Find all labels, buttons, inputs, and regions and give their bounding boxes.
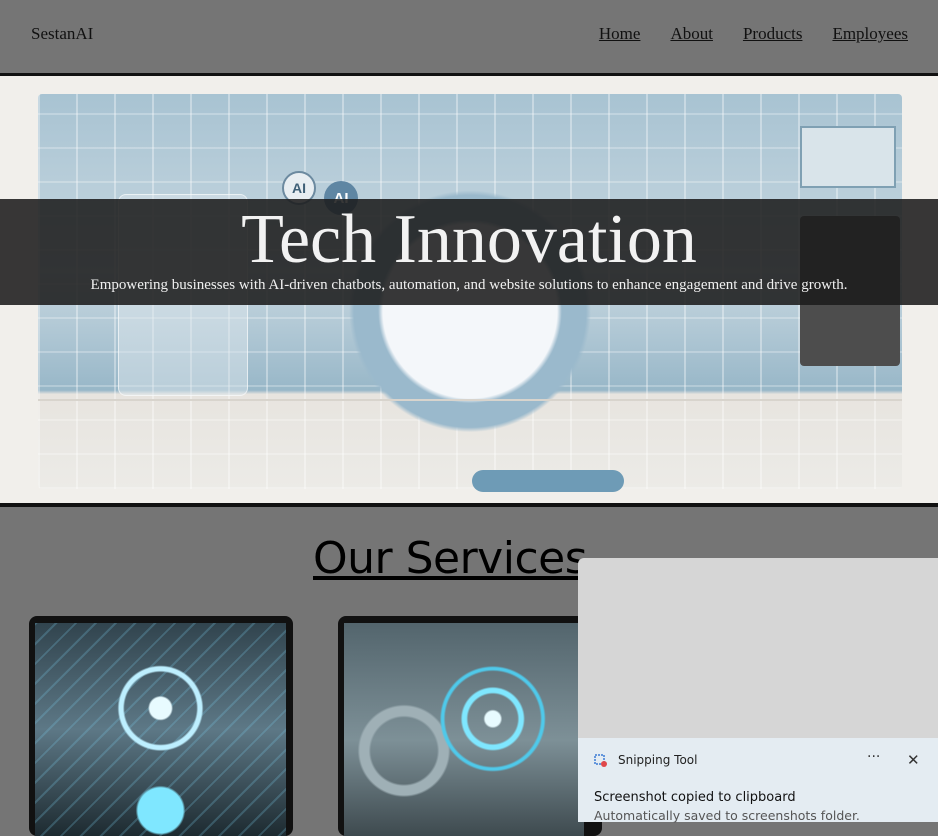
services-heading: Our Services (313, 533, 588, 584)
brand-logo[interactable]: SestanAI (31, 24, 93, 44)
more-icon[interactable]: ··· (867, 749, 880, 765)
hero-document-graphic (800, 126, 896, 188)
automation-gears-image (344, 623, 584, 836)
nav-link-home[interactable]: Home (599, 24, 641, 44)
notification-heading: Screenshot copied to clipboard (594, 790, 796, 805)
navbar: SestanAI Home About Products Employees (0, 0, 938, 76)
hero-banner: AI AI Tech Innovation Empowering busines… (0, 76, 938, 507)
nav-link-employees[interactable]: Employees (832, 24, 908, 44)
nav-links: Home About Products Employees (599, 24, 908, 44)
nav-link-products[interactable]: Products (743, 24, 803, 44)
scissors-icon (594, 754, 607, 767)
chatbot-hologram-image (35, 623, 286, 836)
hero-title: Tech Innovation (241, 201, 697, 278)
service-card-automation[interactable] (338, 616, 602, 836)
close-icon[interactable]: ✕ (907, 751, 920, 769)
hero-pill-graphic (472, 470, 624, 492)
notification-app-name: Snipping Tool (618, 753, 698, 767)
snipping-tool-notification[interactable]: Snipping Tool ··· ✕ Screenshot copied to… (578, 738, 938, 823)
notification-body: Automatically saved to screenshots folde… (594, 808, 860, 823)
nav-link-about[interactable]: About (670, 24, 713, 44)
hero-subtitle: Empowering businesses with AI-driven cha… (90, 277, 848, 293)
service-card-chatbot[interactable] (29, 616, 293, 836)
